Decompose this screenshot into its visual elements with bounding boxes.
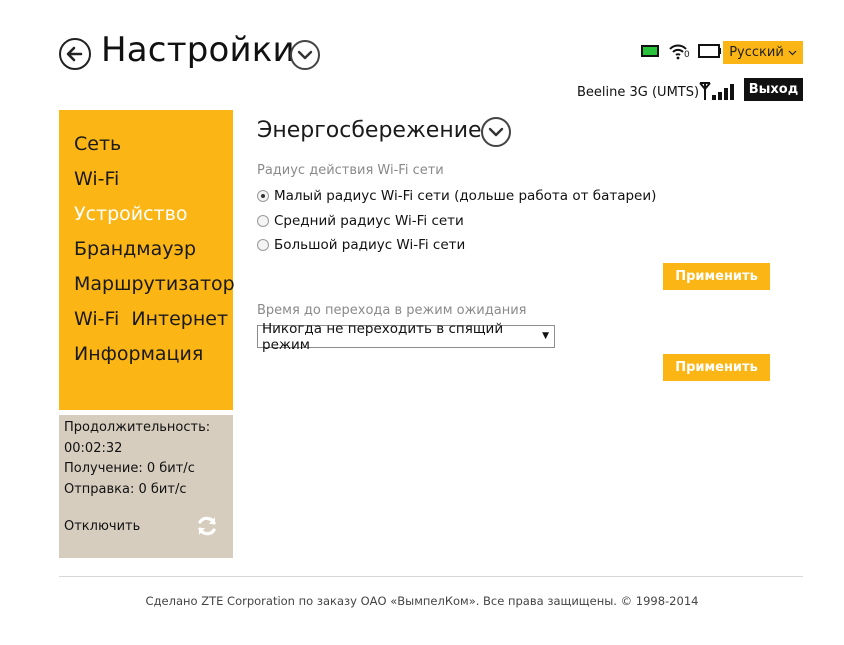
sidebar-item-wifi-internet[interactable]: Wi-Fi Интернет: [59, 307, 233, 342]
sidebar-item-firewall[interactable]: Брандмауэр: [59, 237, 233, 272]
sidebar-item-information[interactable]: Информация: [59, 342, 233, 377]
sidebar-item-device[interactable]: Устройство: [59, 202, 233, 237]
language-select[interactable]: Русский: [723, 41, 803, 64]
sleep-timeout-value: Никогда не переходить в спящий режим: [262, 320, 504, 353]
wifi-range-label: Радиус действия Wi-Fi сети: [257, 163, 444, 178]
radio-label: Большой радиус Wi-Fi сети: [274, 237, 466, 253]
network-name: Beeline 3G (UMTS): [577, 85, 700, 100]
apply-wifi-range-button[interactable]: Применить: [663, 263, 770, 290]
disconnect-link[interactable]: Отключить: [64, 519, 140, 534]
section-title: Энергосбережение: [257, 118, 482, 143]
logout-button[interactable]: Выход: [744, 78, 803, 101]
connection-stats: Продолжительность: 00:02:32 Получение: 0…: [59, 415, 233, 558]
duration-label: Продолжительность:: [64, 420, 211, 435]
refresh-icon[interactable]: [195, 514, 219, 538]
radio-button[interactable]: [257, 215, 269, 227]
arrow-left-icon: [66, 46, 83, 62]
language-label: Русский: [729, 45, 784, 60]
page-title: Настройки: [101, 30, 295, 70]
sidebar-item-wifi[interactable]: Wi-Fi: [59, 167, 233, 202]
wifi-status: 0: [668, 42, 690, 60]
chevron-down-icon: [297, 50, 313, 60]
send-rate: Отправка: 0 бит/с: [64, 481, 187, 497]
sidebar-nav: Сеть Wi-Fi Устройство Брандмауэр Маршрут…: [59, 110, 235, 410]
sleep-timeout-select[interactable]: Никогда не переходить в спящий режим ▼: [257, 321, 555, 353]
chevron-down-icon: [788, 50, 797, 55]
apply-sleep-button[interactable]: Применить: [663, 354, 770, 381]
title-menu-button[interactable]: [290, 40, 320, 70]
radio-label: Малый радиус Wi-Fi сети (дольше работа о…: [274, 188, 657, 204]
radio-button[interactable]: [257, 190, 269, 202]
wifi-range-option-large[interactable]: Большой радиус Wi-Fi сети: [257, 237, 465, 253]
sim-icon: [641, 45, 659, 57]
signal-strength-icon: [699, 82, 734, 100]
section-menu-button[interactable]: [481, 117, 511, 147]
back-button[interactable]: [59, 38, 91, 70]
footer-divider: [59, 576, 803, 577]
status-icons: 0: [640, 42, 722, 60]
chevron-down-icon: [488, 127, 504, 137]
radio-label: Средний радиус Wi-Fi сети: [274, 213, 464, 229]
sidebar-item-router[interactable]: Маршрутизатор: [59, 272, 235, 307]
dropdown-arrow-icon: ▼: [542, 331, 549, 341]
footer-copyright: Сделано ZTE Corporation по заказу ОАО «В…: [145, 594, 699, 608]
sidebar-item-network[interactable]: Сеть: [59, 132, 233, 167]
wifi-range-option-small[interactable]: Малый радиус Wi-Fi сети (дольше работа о…: [257, 188, 656, 204]
wifi-clients-count: 0: [684, 50, 690, 60]
sleep-timeout-label: Время до перехода в режим ожидания: [257, 303, 527, 318]
receive-rate: Получение: 0 бит/с: [64, 461, 195, 476]
duration-value: 00:02:32: [64, 440, 123, 456]
battery-icon: [698, 44, 721, 58]
wifi-range-option-medium[interactable]: Средний радиус Wi-Fi сети: [257, 213, 464, 229]
radio-button[interactable]: [257, 239, 269, 251]
